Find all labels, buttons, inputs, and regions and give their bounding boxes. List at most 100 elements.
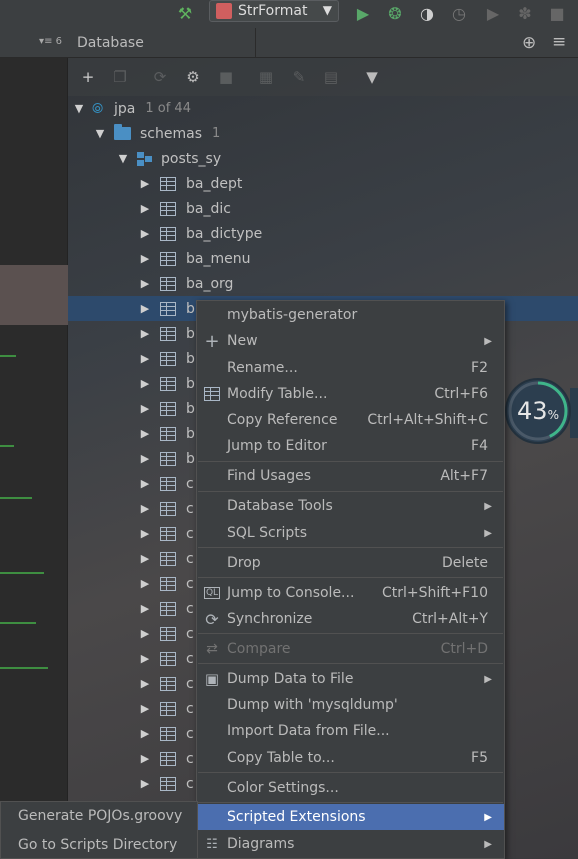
menu-item-drop[interactable]: Drop Delete (197, 550, 504, 576)
expanded-caret-icon[interactable]: ▼ (93, 127, 107, 140)
menu-item-color-settings[interactable]: Color Settings... (197, 775, 504, 801)
menu-item-compare: ⇄ Compare Ctrl+D (197, 636, 504, 662)
collapsed-caret-icon[interactable]: ▶ (138, 277, 152, 290)
collapsed-caret-icon[interactable]: ▶ (138, 627, 152, 640)
left-header-settings[interactable]: ▾≡ 6 (39, 36, 62, 47)
crosshair-icon[interactable]: ⊕ (522, 33, 536, 53)
profile-icon[interactable]: ◷ (448, 2, 470, 24)
tree-node-label: c (186, 500, 194, 517)
submenu-arrow-icon: ▶ (484, 527, 492, 539)
table-icon (160, 426, 176, 441)
table-icon (160, 351, 176, 366)
collapsed-caret-icon[interactable]: ▶ (138, 602, 152, 615)
database-panel-header: Database ⊕ ≡ (68, 28, 578, 58)
collapsed-caret-icon[interactable]: ▶ (138, 477, 152, 490)
menu-separator (198, 663, 503, 664)
menu-item-label: Import Data from File... (227, 723, 390, 739)
tree-node-label: ba_dic (186, 200, 231, 217)
collapsed-caret-icon[interactable]: ▶ (138, 702, 152, 715)
menu-item-label: Diagrams (227, 836, 295, 852)
expanded-caret-icon[interactable]: ▼ (72, 102, 86, 115)
collapsed-caret-icon[interactable]: ▶ (138, 427, 152, 440)
submenu-item-generate-pojos[interactable]: Generate POJOs.groovy (1, 802, 197, 830)
collapsed-caret-icon[interactable]: ▶ (138, 552, 152, 565)
debug-icon[interactable]: ❂ (384, 2, 406, 24)
table-icon (160, 451, 176, 466)
menu-item-jump-to-console[interactable]: QL Jump to Console... Ctrl+Shift+F10 (197, 580, 504, 606)
collapsed-caret-icon[interactable]: ▶ (138, 727, 152, 740)
menu-item-new[interactable]: + New ▶ (197, 328, 504, 354)
collapsed-caret-icon[interactable]: ▶ (138, 227, 152, 240)
menu-item-dump-data-to-file[interactable]: ▣ Dump Data to File ▶ (197, 666, 504, 692)
menu-item-copy-reference[interactable]: Copy Reference Ctrl+Alt+Shift+C (197, 407, 504, 433)
menu-item-import-data[interactable]: Import Data from File... (197, 718, 504, 744)
stop-icon: ■ (549, 3, 565, 23)
tree-node-schema[interactable]: ▼ posts_sy (68, 146, 578, 171)
menu-item-rename[interactable]: Rename... F2 (197, 355, 504, 381)
tree-node-table[interactable]: ▶ ba_menu (68, 246, 578, 271)
collapsed-caret-icon[interactable]: ▶ (138, 252, 152, 265)
collapsed-caret-icon[interactable]: ▶ (138, 452, 152, 465)
collapsed-caret-icon[interactable]: ▶ (138, 577, 152, 590)
tree-node-table[interactable]: ▶ ba_dic (68, 196, 578, 221)
collapsed-caret-icon[interactable]: ▶ (138, 652, 152, 665)
stop-icon: ■ (218, 68, 234, 86)
add-icon[interactable]: + (78, 67, 98, 87)
menu-item-sql-scripts[interactable]: SQL Scripts ▶ (197, 520, 504, 546)
collapsed-caret-icon[interactable]: ▶ (138, 377, 152, 390)
menu-item-label: Scripted Extensions (227, 809, 366, 825)
run-icon[interactable]: ▶ (352, 2, 374, 24)
memory-indicator[interactable]: 43 % (503, 375, 573, 447)
properties-icon[interactable]: ⚙ (183, 67, 203, 87)
collapsed-caret-icon[interactable]: ▶ (138, 352, 152, 365)
menu-item-mybatis-generator[interactable]: mybatis-generator (197, 302, 504, 328)
tree-node-label: c (186, 725, 194, 742)
menu-item-copy-table[interactable]: Copy Table to... F5 (197, 745, 504, 771)
menu-item-database-tools[interactable]: Database Tools ▶ (197, 493, 504, 519)
tree-node-table[interactable]: ▶ ba_dept (68, 171, 578, 196)
tree-node-table[interactable]: ▶ ba_dictype (68, 221, 578, 246)
collapsed-caret-icon[interactable]: ▶ (138, 527, 152, 540)
run-configuration-selector[interactable]: StrFormat ▼ (209, 0, 339, 22)
collapsed-caret-icon[interactable]: ▶ (138, 677, 152, 690)
menu-item-synchronize[interactable]: ⟳ Synchronize Ctrl+Alt+Y (197, 606, 504, 632)
menu-item-jump-to-editor[interactable]: Jump to Editor F4 (197, 433, 504, 459)
tree-node-label: c (186, 550, 194, 567)
collapsed-caret-icon[interactable]: ▶ (138, 777, 152, 790)
coverage-icon[interactable]: ◑ (416, 2, 438, 24)
collapsed-caret-icon[interactable]: ▶ (138, 202, 152, 215)
expanded-caret-icon[interactable]: ▼ (116, 152, 130, 165)
menu-item-shortcut: Delete (442, 555, 488, 571)
submenu-item-go-to-scripts[interactable]: Go to Scripts Directory (1, 831, 197, 859)
pin-settings-icon[interactable]: ≡ (552, 32, 566, 52)
left-editor-strip (0, 28, 68, 859)
menu-item-label: Dump Data to File (227, 671, 354, 687)
menu-item-diagrams[interactable]: ☷ Diagrams ▶ (197, 831, 504, 857)
collapsed-caret-icon[interactable]: ▶ (138, 402, 152, 415)
left-highlight-band (0, 265, 68, 325)
tree-node-label: c (186, 700, 194, 717)
database-panel-title: Database (77, 35, 144, 51)
collapsed-caret-icon[interactable]: ▶ (138, 327, 152, 340)
menu-item-dump-mysqldump[interactable]: Dump with 'mysqldump' (197, 692, 504, 718)
tree-node-root[interactable]: ▼ ⦾ jpa 1 of 44 (68, 96, 578, 121)
collapsed-caret-icon[interactable]: ▶ (138, 752, 152, 765)
build-hammer-icon[interactable]: ⚒ (174, 2, 196, 24)
refresh-icon: ⟳ (205, 609, 219, 629)
menu-item-find-usages[interactable]: Find Usages Alt+F7 (197, 463, 504, 489)
menu-item-modify-table[interactable]: Modify Table... Ctrl+F6 (197, 381, 504, 407)
scripted-extensions-submenu: Generate POJOs.groovy Go to Scripts Dire… (0, 801, 198, 859)
table-icon (160, 626, 176, 641)
table-icon (160, 501, 176, 516)
filter-icon[interactable]: ▼ (362, 67, 382, 87)
collapsed-caret-icon[interactable]: ▶ (138, 502, 152, 515)
tree-node-schemas[interactable]: ▼ schemas 1 (68, 121, 578, 146)
menu-separator (198, 547, 503, 548)
collapsed-caret-icon[interactable]: ▶ (138, 302, 152, 315)
tree-node-table[interactable]: ▶ ba_org (68, 271, 578, 296)
menu-item-scripted-extensions[interactable]: Scripted Extensions ▶ (197, 804, 504, 830)
run-config-icon (216, 3, 232, 19)
submenu-arrow-icon: ▶ (484, 673, 492, 685)
collapsed-caret-icon[interactable]: ▶ (138, 177, 152, 190)
memory-indicator-text: 43 % (503, 375, 573, 447)
